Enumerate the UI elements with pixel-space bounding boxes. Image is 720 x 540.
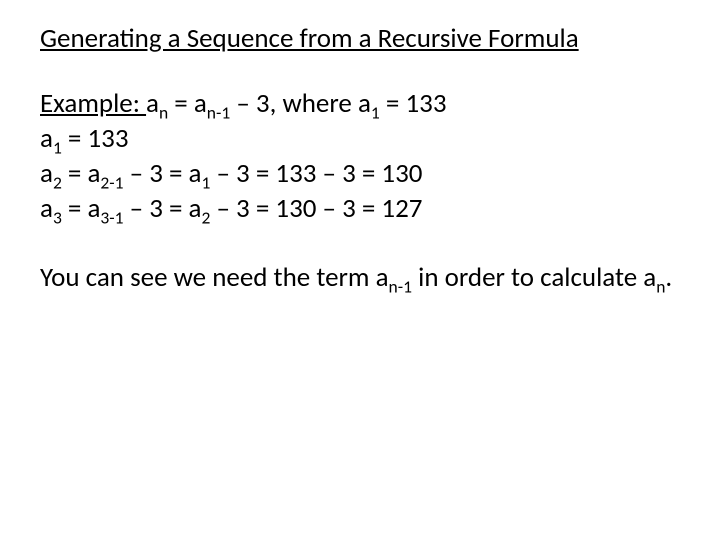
example-label: Example:: [40, 87, 146, 120]
txt: – 3 = a: [124, 157, 202, 190]
subscript: 2: [53, 171, 62, 193]
txt: You can see we need the term a: [40, 261, 389, 294]
subscript: n-1: [207, 101, 230, 123]
slide: Generating a Sequence from a Recursive F…: [0, 0, 720, 540]
txt: a: [40, 157, 53, 190]
txt: a: [40, 192, 53, 225]
term-line-2: a2 = a2-1 – 3 = a1 – 3 = 133 – 3 = 130: [40, 156, 680, 191]
txt: a: [40, 122, 53, 155]
txt: = a: [62, 192, 101, 225]
txt: in order to calculate a: [412, 261, 656, 294]
conclusion-block: You can see we need the term an-1 in ord…: [40, 260, 680, 295]
slide-body: Example: an = an-1 – 3, where a1 = 133 a…: [40, 86, 680, 295]
txt: – 3 = 130 – 3 = 127: [210, 192, 422, 225]
txt: – 3 = a: [124, 192, 202, 225]
term-line-1: a1 = 133: [40, 121, 680, 156]
txt: = a: [168, 87, 207, 120]
subscript: 2-1: [100, 171, 123, 193]
subscript: 1: [371, 101, 380, 123]
term-line-3: a3 = a3-1 – 3 = a2 – 3 = 130 – 3 = 127: [40, 191, 680, 226]
txt: = 133: [62, 122, 129, 155]
subscript: 3-1: [100, 206, 123, 228]
subscript: n: [159, 101, 168, 123]
slide-title: Generating a Sequence from a Recursive F…: [40, 22, 680, 56]
subscript: n-1: [389, 276, 412, 298]
txt: = 133: [380, 87, 447, 120]
txt: – 3 = 133 – 3 = 130: [210, 157, 422, 190]
subscript: 1: [53, 136, 62, 158]
example-line: Example: an = an-1 – 3, where a1 = 133: [40, 86, 680, 121]
txt: – 3, where a: [230, 87, 371, 120]
txt: .: [665, 261, 672, 294]
example-block: Example: an = an-1 – 3, where a1 = 133 a…: [40, 86, 680, 226]
txt: = a: [62, 157, 101, 190]
txt: a: [146, 87, 159, 120]
subscript: 3: [53, 206, 62, 228]
